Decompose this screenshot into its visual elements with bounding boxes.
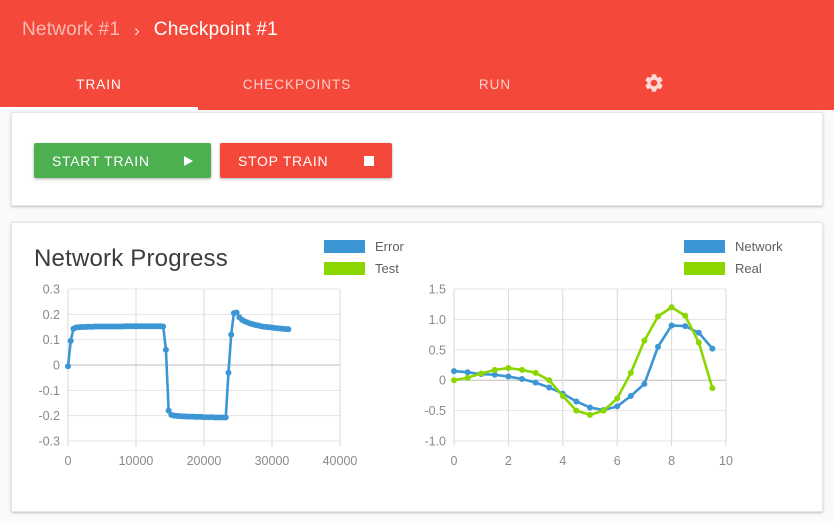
svg-text:1.0: 1.0: [429, 313, 446, 327]
legend-label: Real: [735, 260, 762, 276]
start-train-button[interactable]: START TRAIN: [34, 143, 211, 178]
tab-train[interactable]: TRAIN: [0, 68, 198, 110]
start-train-label: START TRAIN: [52, 152, 150, 169]
breadcrumb: Network #1 › Checkpoint #1: [22, 14, 278, 46]
legend-item[interactable]: Test: [324, 257, 404, 279]
error-chart-legend: Error Test: [324, 235, 404, 279]
network-vs-real-chart-legend: Network Real: [684, 235, 783, 279]
network-vs-real-chart-svg: 1.5 1.0 0.5 0 -0.5 -1.0 0 2 4 6 8 10: [424, 283, 733, 469]
stop-train-button[interactable]: STOP TRAIN: [220, 143, 392, 178]
legend-swatch-real: [684, 261, 725, 275]
svg-text:0.5: 0.5: [429, 343, 446, 357]
svg-text:0: 0: [451, 454, 458, 468]
tab-run[interactable]: RUN: [396, 68, 594, 110]
legend-item[interactable]: Error: [324, 235, 404, 257]
svg-text:6: 6: [614, 454, 621, 468]
svg-text:0.2: 0.2: [43, 308, 60, 322]
legend-swatch-network: [684, 239, 725, 253]
svg-text:2: 2: [505, 454, 512, 468]
svg-text:0: 0: [65, 454, 72, 468]
svg-text:4: 4: [559, 454, 566, 468]
svg-text:20000: 20000: [187, 454, 222, 468]
play-icon: [184, 155, 193, 166]
breadcrumb-current: Checkpoint #1: [153, 19, 278, 40]
svg-text:8: 8: [668, 454, 675, 468]
svg-text:-1.0: -1.0: [424, 435, 446, 449]
tab-checkpoints-label: CHECKPOINTS: [242, 77, 352, 92]
svg-text:-0.3: -0.3: [38, 435, 60, 449]
settings-button[interactable]: [594, 68, 714, 110]
svg-text:0.3: 0.3: [43, 283, 60, 297]
legend-item[interactable]: Network: [684, 235, 783, 257]
tab-checkpoints[interactable]: CHECKPOINTS: [198, 68, 396, 110]
svg-text:10000: 10000: [119, 454, 154, 468]
legend-swatch-test: [324, 261, 365, 275]
breadcrumb-parent[interactable]: Network #1: [22, 19, 120, 41]
legend-label: Network: [735, 238, 783, 254]
app-header: Network #1 › Checkpoint #1 TRAIN CHECKPO…: [0, 0, 834, 110]
app-root: Network #1 › Checkpoint #1 TRAIN CHECKPO…: [0, 0, 834, 523]
train-button-row: START TRAIN STOP TRAIN: [34, 143, 392, 178]
network-progress-card: Network Progress 0.3 0.2 0.1 0 -0.1 -0.2 -0.3 0…: [11, 222, 823, 512]
svg-text:10: 10: [719, 454, 733, 468]
error-chart-svg: 0.3 0.2 0.1 0 -0.1 -0.2 -0.3 0 10000 20000 30000 40…: [38, 283, 358, 469]
legend-swatch-error: [324, 239, 365, 253]
svg-text:-0.5: -0.5: [424, 404, 446, 418]
tab-run-label: RUN: [478, 77, 512, 92]
error-chart[interactable]: 0.3 0.2 0.1 0 -0.1 -0.2 -0.3 0 10000 20000 30000 40…: [22, 281, 422, 486]
stop-square-icon: [364, 155, 374, 166]
svg-text:1.5: 1.5: [429, 283, 446, 297]
gear-icon: [645, 74, 663, 92]
legend-label: Test: [375, 260, 399, 276]
svg-text:-0.2: -0.2: [38, 409, 60, 423]
svg-text:0.1: 0.1: [43, 333, 60, 347]
svg-text:40000: 40000: [323, 454, 358, 468]
chevron-right-icon: ›: [134, 20, 140, 40]
train-controls-card: START TRAIN STOP TRAIN: [11, 112, 823, 206]
svg-text:30000: 30000: [255, 454, 290, 468]
legend-item[interactable]: Real: [684, 257, 783, 279]
stop-train-label: STOP TRAIN: [238, 152, 329, 169]
tab-train-label: TRAIN: [76, 77, 122, 92]
legend-label: Error: [375, 238, 404, 254]
network-vs-real-chart[interactable]: 1.5 1.0 0.5 0 -0.5 -1.0 0 2 4 6 8 10: [408, 281, 808, 486]
tab-bar: TRAIN CHECKPOINTS RUN: [0, 68, 834, 110]
svg-text:0: 0: [53, 359, 60, 373]
page-title: Network Progress: [34, 245, 228, 272]
svg-text:-0.1: -0.1: [38, 384, 60, 398]
svg-text:0: 0: [439, 374, 446, 388]
